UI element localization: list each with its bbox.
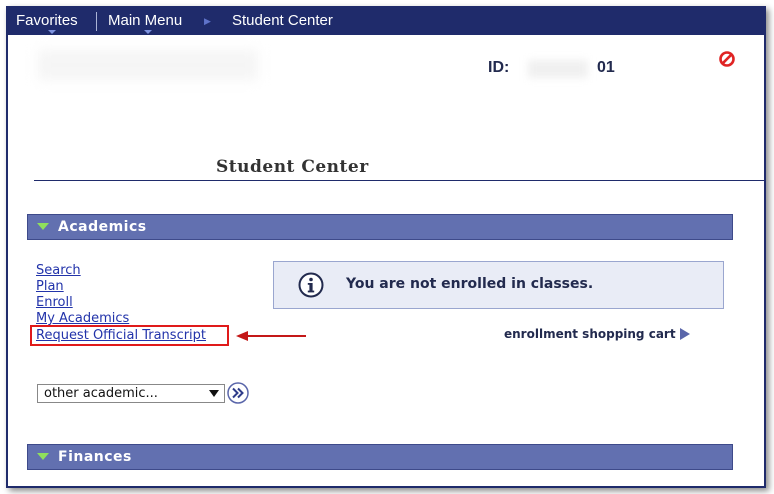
page-title: Student Center [216, 157, 369, 177]
title-divider [34, 180, 764, 181]
plan-link[interactable]: Plan [36, 279, 64, 294]
nav-divider [96, 12, 97, 31]
window-frame: Favorites Main Menu ▶ Student Center ID:… [6, 6, 766, 488]
other-academic-select[interactable]: other academic... [37, 384, 225, 403]
expand-arrow-icon [37, 453, 49, 460]
finances-section-header[interactable]: Finances [27, 444, 733, 470]
academics-section-label: Academics [58, 219, 147, 235]
cart-link-label: enrollment shopping cart [504, 327, 676, 341]
nav-favorites[interactable]: Favorites [16, 12, 78, 29]
cart-arrow-icon [679, 328, 690, 340]
navigation-bar: Favorites Main Menu ▶ Student Center [8, 8, 764, 35]
nav-student-center[interactable]: Student Center [232, 12, 333, 29]
not-enrolled-message: You are not enrolled in classes. [346, 276, 594, 292]
id-redacted [528, 60, 588, 78]
academics-section-header[interactable]: Academics [27, 214, 733, 240]
enroll-link[interactable]: Enroll [36, 295, 73, 310]
expand-arrow-icon [37, 223, 49, 230]
search-link[interactable]: Search [36, 263, 81, 278]
finances-section-label: Finances [58, 449, 132, 465]
id-label: ID: [488, 59, 510, 76]
my-academics-link[interactable]: My Academics [36, 311, 129, 326]
stop-icon[interactable] [718, 50, 736, 68]
favorites-dropdown-icon [48, 30, 56, 34]
dropdown-caret-icon [209, 390, 219, 397]
go-double-arrow-icon[interactable] [227, 382, 249, 404]
id-value: 01 [597, 59, 615, 76]
nav-main-menu[interactable]: Main Menu [108, 12, 182, 29]
breadcrumb-separator-icon: ▶ [204, 16, 211, 26]
info-icon [298, 272, 324, 298]
select-value: other academic... [44, 386, 158, 401]
enrollment-shopping-cart-link[interactable]: enrollment shopping cart [504, 327, 690, 341]
student-name-redacted [38, 50, 258, 80]
main-menu-dropdown-icon [144, 30, 152, 34]
red-pointer-arrow-icon [236, 331, 306, 341]
transcript-highlight-box [30, 325, 229, 346]
enrollment-info-box: You are not enrolled in classes. [273, 261, 724, 309]
